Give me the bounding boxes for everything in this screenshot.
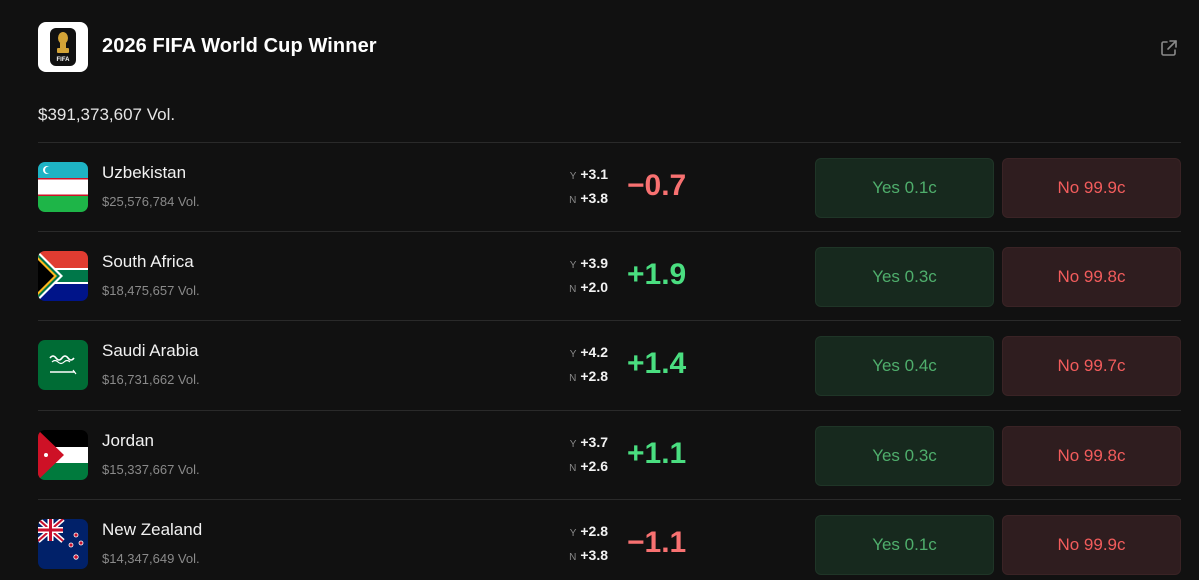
- yes-change-label: Y: [569, 439, 577, 450]
- outcome-name: Uzbekistan: [102, 163, 187, 182]
- logo-text: FIFA: [57, 57, 71, 63]
- outcome-volume: $15,337,667 Vol.: [102, 462, 200, 477]
- outcome-name: Jordan: [102, 431, 154, 450]
- yes-change: Y +3.7: [562, 434, 608, 450]
- no-change: N +3.8: [562, 190, 608, 206]
- no-change-value: +3.8: [580, 547, 608, 563]
- buy-no-button[interactable]: No 99.8c: [1002, 426, 1181, 486]
- world-cup-trophy-icon: FIFA: [38, 22, 88, 72]
- price-delta: −1.1: [627, 526, 687, 559]
- no-change-label: N: [569, 195, 577, 206]
- yes-change: Y +3.1: [562, 166, 608, 182]
- yes-change-label: Y: [569, 349, 577, 360]
- yes-change-value: +4.2: [580, 344, 608, 360]
- yes-change-label: Y: [569, 528, 577, 539]
- no-change-value: +2.6: [580, 458, 608, 474]
- buy-yes-button[interactable]: Yes 0.4c: [815, 336, 994, 396]
- market-card: FIFA 2026 FIFA World Cup Winner $391,373…: [0, 0, 1199, 580]
- market-header: FIFA 2026 FIFA World Cup Winner: [38, 22, 1179, 72]
- price-delta: +1.9: [627, 258, 687, 291]
- outcome-name: Saudi Arabia: [102, 341, 199, 360]
- outcome-name: South Africa: [102, 252, 194, 271]
- price-delta: −0.7: [627, 169, 687, 202]
- outcome-row-new-zealand[interactable]: New Zealand $14,347,649 Vol. Y +2.8 N +3.8…: [38, 500, 1181, 580]
- buy-no-button[interactable]: No 99.9c: [1002, 515, 1181, 575]
- buy-yes-button[interactable]: Yes 0.1c: [815, 158, 994, 218]
- yes-change: Y +3.9: [562, 255, 608, 271]
- outcome-row-uzbekistan[interactable]: Uzbekistan $25,576,784 Vol. Y +3.1 N +3.8 …: [38, 143, 1181, 232]
- uzbekistan-flag-icon: [38, 162, 88, 212]
- outcome-volume: $25,576,784 Vol.: [102, 194, 200, 209]
- no-change: N +2.0: [562, 279, 608, 295]
- no-change-value: +2.0: [580, 279, 608, 295]
- buy-no-button[interactable]: No 99.9c: [1002, 158, 1181, 218]
- no-change-label: N: [569, 373, 577, 384]
- outcome-volume: $18,475,657 Vol.: [102, 283, 200, 298]
- buy-yes-button[interactable]: Yes 0.1c: [815, 515, 994, 575]
- no-change-label: N: [569, 284, 577, 295]
- yes-change-label: Y: [569, 260, 577, 271]
- buy-no-button[interactable]: No 99.7c: [1002, 336, 1181, 396]
- saudi-arabia-flag-icon: [38, 340, 88, 390]
- yes-change-label: Y: [569, 171, 577, 182]
- yes-change: Y +2.8: [562, 523, 608, 539]
- no-change: N +2.8: [562, 368, 608, 384]
- market-volume: $391,373,607 Vol.: [38, 105, 176, 124]
- price-delta: +1.1: [627, 437, 687, 470]
- no-change-value: +2.8: [580, 368, 608, 384]
- outcome-volume: $16,731,662 Vol.: [102, 372, 200, 387]
- no-change-label: N: [569, 552, 577, 563]
- no-change: N +3.8: [562, 547, 608, 563]
- jordan-flag-icon: [38, 430, 88, 480]
- outcome-row-saudi-arabia[interactable]: Saudi Arabia $16,731,662 Vol. Y +4.2 N +2.…: [38, 321, 1181, 410]
- outcome-row-south-africa[interactable]: South Africa $18,475,657 Vol. Y +3.9 N +2.…: [38, 232, 1181, 321]
- yes-change-value: +3.1: [580, 166, 608, 182]
- new-zealand-flag-icon: [38, 519, 88, 569]
- no-change: N +2.6: [562, 458, 608, 474]
- buy-yes-button[interactable]: Yes 0.3c: [815, 247, 994, 307]
- yes-change-value: +2.8: [580, 523, 608, 539]
- price-delta: +1.4: [627, 347, 687, 380]
- outcome-name: New Zealand: [102, 520, 203, 539]
- no-change-value: +3.8: [580, 190, 608, 206]
- no-change-label: N: [569, 463, 577, 474]
- outcome-volume: $14,347,649 Vol.: [102, 551, 200, 566]
- buy-no-button[interactable]: No 99.8c: [1002, 247, 1181, 307]
- south-africa-flag-icon: [38, 251, 88, 301]
- market-title: 2026 FIFA World Cup Winner: [102, 35, 377, 57]
- yes-change-value: +3.7: [580, 434, 608, 450]
- outcome-row-jordan[interactable]: Jordan $15,337,667 Vol. Y +3.7 N +2.6 +1.1…: [38, 411, 1181, 500]
- external-link-icon[interactable]: [1159, 38, 1179, 58]
- yes-change-value: +3.9: [580, 255, 608, 271]
- yes-change: Y +4.2: [562, 344, 608, 360]
- buy-yes-button[interactable]: Yes 0.3c: [815, 426, 994, 486]
